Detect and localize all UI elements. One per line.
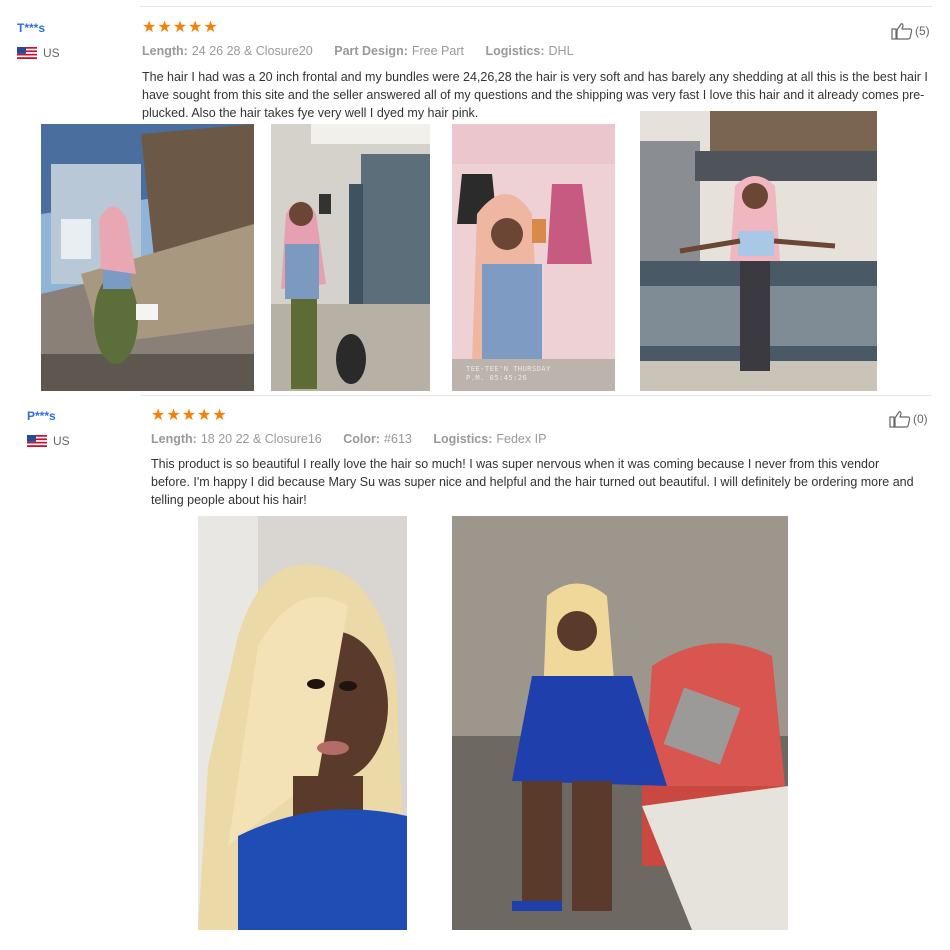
star-rating: ★ ★ ★ ★ ★	[142, 20, 218, 36]
meta-value: #613	[384, 432, 412, 446]
meta-label: Logistics:	[485, 44, 545, 58]
star-icon: ★	[197, 407, 212, 424]
country-label: US	[53, 434, 70, 448]
meta-value: 18 20 22 & Closure16	[200, 432, 322, 446]
reviewer-country: US	[17, 46, 60, 60]
us-flag-icon	[17, 47, 37, 59]
helpful-button[interactable]: (0)	[889, 410, 928, 428]
review-photo-mirror-selfie[interactable]: TEE-TEE'N THURSDAY P.M. 05:45:26	[452, 124, 615, 391]
star-icon: ★	[151, 407, 166, 424]
meta-value: DHL	[548, 44, 574, 58]
thumbs-up-icon[interactable]	[889, 410, 911, 428]
star-icon: ★	[212, 407, 227, 424]
meta-label: Part Design:	[334, 44, 408, 58]
helpful-count: (0)	[913, 412, 928, 426]
review-photo-blonde-sofa[interactable]	[452, 516, 788, 930]
helpful-count: (5)	[915, 24, 930, 38]
meta-label: Color:	[343, 432, 381, 446]
star-icon: ★	[188, 19, 203, 36]
us-flag-icon	[27, 435, 47, 447]
meta-label: Length:	[151, 432, 197, 446]
meta-label: Length:	[142, 44, 188, 58]
star-rating: ★ ★ ★ ★ ★	[151, 408, 227, 424]
review-meta: Length: 24 26 28 & Closure20 Part Design:…	[142, 44, 592, 58]
star-icon: ★	[172, 19, 188, 36]
star-icon: ★	[166, 407, 181, 424]
photo-timestamp: TEE-TEE'N THURSDAY P.M. 05:45:26	[466, 365, 551, 383]
timestamp-line: P.M. 05:45:26	[466, 374, 528, 382]
star-icon: ★	[142, 19, 157, 36]
thumbs-up-icon[interactable]	[891, 22, 913, 40]
timestamp-line: TEE-TEE'N THURSDAY	[466, 365, 551, 373]
review-text: This product is so beautiful I really lo…	[151, 457, 914, 507]
review-photo-balcony[interactable]	[640, 111, 877, 391]
review-photo-restroom-selfie[interactable]	[271, 124, 430, 391]
meta-value: Free Part	[411, 44, 464, 58]
helpful-button[interactable]: (5)	[891, 22, 930, 40]
reviewer-name: P***s	[27, 409, 56, 423]
star-icon: ★	[203, 19, 218, 36]
review-photo-outdoor-steps[interactable]	[41, 124, 254, 391]
country-label: US	[43, 46, 60, 60]
review-item: T***s US ★ ★ ★ ★ ★ (5) Length: 24 26 28 &…	[0, 0, 950, 395]
star-icon: ★	[157, 19, 172, 36]
star-icon: ★	[181, 407, 197, 424]
review-meta: Length: 18 20 22 & Closure16 Color: #613 L…	[151, 432, 564, 446]
meta-label: Logistics:	[433, 432, 493, 446]
review-photo-blonde-closeup[interactable]	[198, 516, 407, 930]
review-item: P***s US ★ ★ ★ ★ ★ (0) Length: 18 20 22 &…	[0, 396, 950, 950]
meta-value: 24 26 28 & Closure20	[191, 44, 313, 58]
reviewer-country: US	[27, 434, 70, 448]
reviewer-name: T***s	[17, 21, 46, 35]
meta-value: Fedex IP	[496, 432, 547, 446]
